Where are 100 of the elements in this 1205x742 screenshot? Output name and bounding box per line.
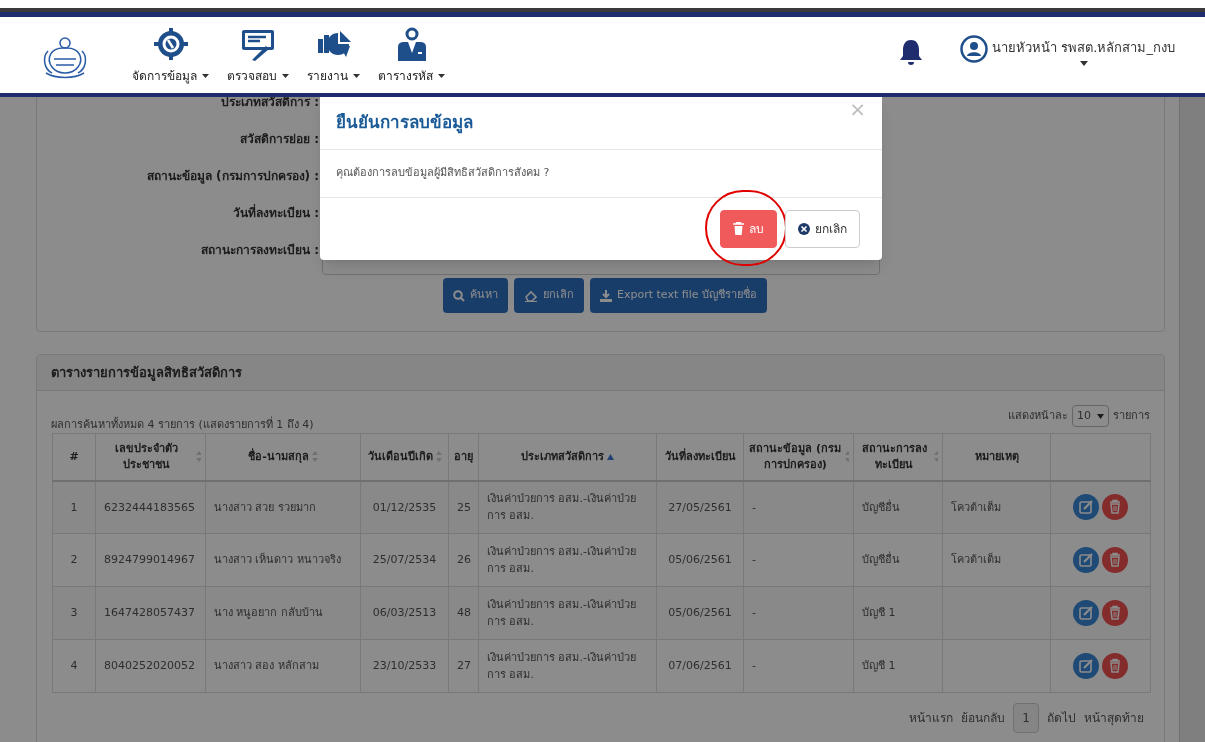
field-label: วันที่ลงทะเบียน :	[233, 203, 319, 222]
edit-icon[interactable]	[1073, 653, 1099, 679]
field-label: สถานะข้อมูล (กรมการปกครอง) :	[146, 168, 319, 186]
table-cell: 05/06/2561	[668, 606, 732, 620]
column-header[interactable]: วันเดือนปีเกิด	[367, 448, 433, 465]
sort-icon[interactable]	[196, 451, 201, 463]
trash-icon[interactable]	[1102, 600, 1128, 626]
user-menu[interactable]: นายหัวหน้า รพสต.หลักสาม_กงบ	[960, 34, 1175, 66]
board-pen-icon	[240, 27, 276, 63]
page-size-label: แสดงหน้าละ	[1008, 407, 1068, 424]
sort-icon[interactable]	[933, 451, 938, 463]
caret-icon	[1079, 60, 1088, 66]
table-cell: 8040252020052	[104, 659, 195, 673]
table-cell: 05/06/2561	[668, 553, 732, 567]
current-page[interactable]: 1	[1013, 703, 1039, 733]
field-label: สวัสดิการย่อย :	[240, 131, 319, 148]
table-cell: โควต้าเต็ม	[951, 553, 1001, 567]
table-cell: 26	[457, 553, 471, 567]
column-header[interactable]: #	[69, 448, 79, 465]
table-cell: นางสาว เห็นดาว หนาวจริง	[214, 553, 341, 567]
column-header[interactable]: ประเภทสวัสดิการ	[521, 448, 604, 465]
eraser-icon	[524, 289, 538, 302]
table-cell: เงินค่าป่วยการ อสม.-เงินค่าป่วยการ อสม.	[487, 650, 636, 681]
previous-page-link[interactable]: ย้อนกลับ	[961, 709, 1006, 727]
table-cell: เงินค่าป่วยการ อสม.-เงินค่าป่วยการ อสม.	[487, 597, 636, 628]
scrollbar[interactable]	[1179, 97, 1205, 742]
column-header[interactable]: สถานะการลง ทะเบียน	[858, 440, 931, 473]
field-label: สถานะการลงทะเบียน :	[201, 242, 319, 259]
search-form-button[interactable]: ยกเลิก	[514, 278, 584, 313]
table-cell: เงินค่าป่วยการ อสม.-เงินค่าป่วยการ อสม.	[487, 491, 636, 523]
cancel-button[interactable]: ยกเลิก	[785, 209, 860, 248]
table-cell: บัญชี 1	[862, 606, 896, 620]
edit-icon[interactable]	[1073, 600, 1099, 626]
nav-menu-item[interactable]: จัดการข้อมูล	[132, 27, 209, 85]
field-label: ประเภทสวัสดิการ :	[221, 97, 319, 111]
column-header[interactable]: สถานะข้อมูล (กรมการปกครอง)	[748, 440, 843, 473]
search-icon	[453, 289, 465, 302]
table-cell: 27	[457, 659, 471, 673]
download-icon	[600, 289, 612, 302]
edit-icon[interactable]	[1073, 494, 1099, 521]
next-page-link[interactable]: ถัดไป	[1047, 709, 1076, 727]
dialog-title: ยืนยันการลบข้อมูล	[336, 111, 473, 136]
table-cell: 8924799014967	[104, 553, 195, 567]
table-cell: บัญชีอื่น	[862, 500, 900, 514]
trash-icon[interactable]	[1102, 547, 1128, 573]
table-cell: 1647428057437	[104, 606, 195, 620]
trash-icon[interactable]	[1102, 494, 1128, 521]
table-cell: -	[752, 606, 756, 620]
user-icon	[960, 34, 989, 63]
table-cell: 48	[457, 606, 471, 620]
trash-icon	[733, 222, 744, 235]
table-cell: 06/03/2513	[372, 606, 437, 620]
sort-ascending-icon[interactable]	[607, 453, 614, 460]
column-header[interactable]: วันที่ลงทะเบียน	[664, 448, 736, 465]
gear-icon	[152, 27, 189, 63]
table-cell: 23/10/2533	[372, 659, 437, 673]
caret-icon	[438, 74, 445, 78]
edit-icon[interactable]	[1073, 547, 1099, 573]
table-cell: -	[752, 553, 756, 567]
table-cell: โควต้าเต็ม	[951, 500, 1001, 514]
table-cell: นาง หนูอยาก กลับบ้าน	[214, 606, 323, 620]
table-cell: 1	[70, 500, 78, 514]
table-cell: 07/06/2561	[668, 659, 732, 673]
column-header[interactable]: เลขประจำตัว ประชาชน	[100, 440, 194, 473]
table-cell: นางสาว สอง หลักสาม	[214, 659, 319, 673]
user-name: นายหัวหน้า รพสต.หลักสาม_กงบ	[992, 38, 1175, 57]
table-cell: 01/12/2535	[372, 500, 437, 514]
nav-menu-item[interactable]: ตารางรหัส	[378, 27, 445, 85]
table-cell: เงินค่าป่วยการ อสม.-เงินค่าป่วยการ อสม.	[487, 544, 636, 575]
caret-icon	[282, 74, 289, 78]
table-cell: บัญชี 1	[862, 659, 896, 673]
close-circle-icon	[798, 222, 810, 235]
column-header[interactable]: อายุ	[454, 448, 473, 465]
sort-icon[interactable]	[311, 451, 318, 463]
trash-icon[interactable]	[1102, 653, 1128, 679]
search-form-button[interactable]: ค้นหา	[443, 278, 508, 313]
table-cell: 25/07/2534	[372, 553, 437, 567]
table-cell: 27/05/2561	[668, 500, 732, 514]
table-cell: 3	[70, 606, 78, 620]
table-cell: 4	[70, 659, 78, 673]
bell-icon[interactable]	[898, 38, 925, 66]
table-cell: 6232444183565	[104, 500, 195, 514]
sort-icon[interactable]	[435, 451, 442, 463]
dialog-message: คุณต้องการลบข้อมูลผู้มีสิทธิสวัสดิการสังคม ?	[336, 165, 550, 182]
caret-icon	[202, 74, 209, 78]
results-summary: ผลการค้นหาทั้งหมด 4 รายการ (แสดงรายการที่ 1 ถึง 4)	[51, 416, 314, 433]
last-page-link[interactable]: หน้าสุดท้าย	[1084, 709, 1144, 727]
table-cell: 25	[457, 500, 471, 514]
nav-menu-item[interactable]: ตรวจสอบ	[227, 27, 289, 85]
table-cell: บัญชีอื่น	[862, 553, 900, 567]
table-cell: 2	[70, 553, 78, 567]
table-cell: นางสาว สวย รวยมาก	[214, 500, 316, 514]
delete-button[interactable]: ลบ	[720, 209, 777, 248]
page-size-unit: รายการ	[1113, 407, 1150, 424]
nav-menu-item[interactable]: รายงาน	[307, 27, 360, 85]
page-size-select[interactable]: 10	[1072, 405, 1109, 427]
search-form-button[interactable]: Export text file บัญชีรายชื่อ	[590, 278, 767, 313]
column-header[interactable]: ชื่อ-นามสกุล	[248, 448, 309, 465]
column-header[interactable]: หมายเหตุ	[974, 448, 1019, 465]
first-page-link[interactable]: หน้าแรก	[909, 709, 954, 727]
